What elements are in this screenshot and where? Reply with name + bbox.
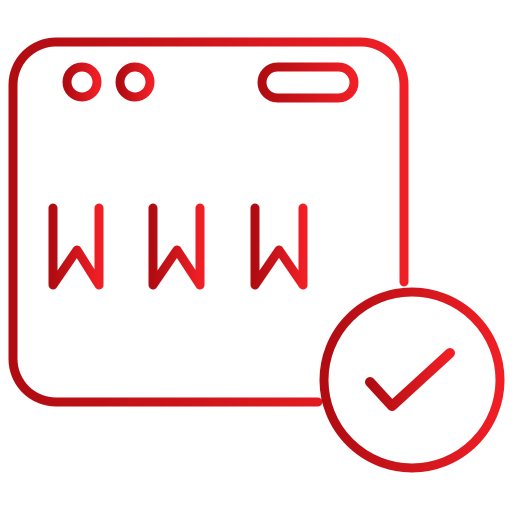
verified-website-icon: WWW.	[0, 0, 512, 512]
www-text: WWW.	[50, 280, 81, 291]
address-bar-icon	[257, 62, 359, 103]
check-badge-icon	[319, 287, 505, 473]
window-dots-icon	[62, 62, 155, 102]
www-lettering	[48, 203, 349, 291]
icon-graphic: WWW.	[8, 37, 505, 473]
checkmark-icon	[365, 348, 455, 411]
